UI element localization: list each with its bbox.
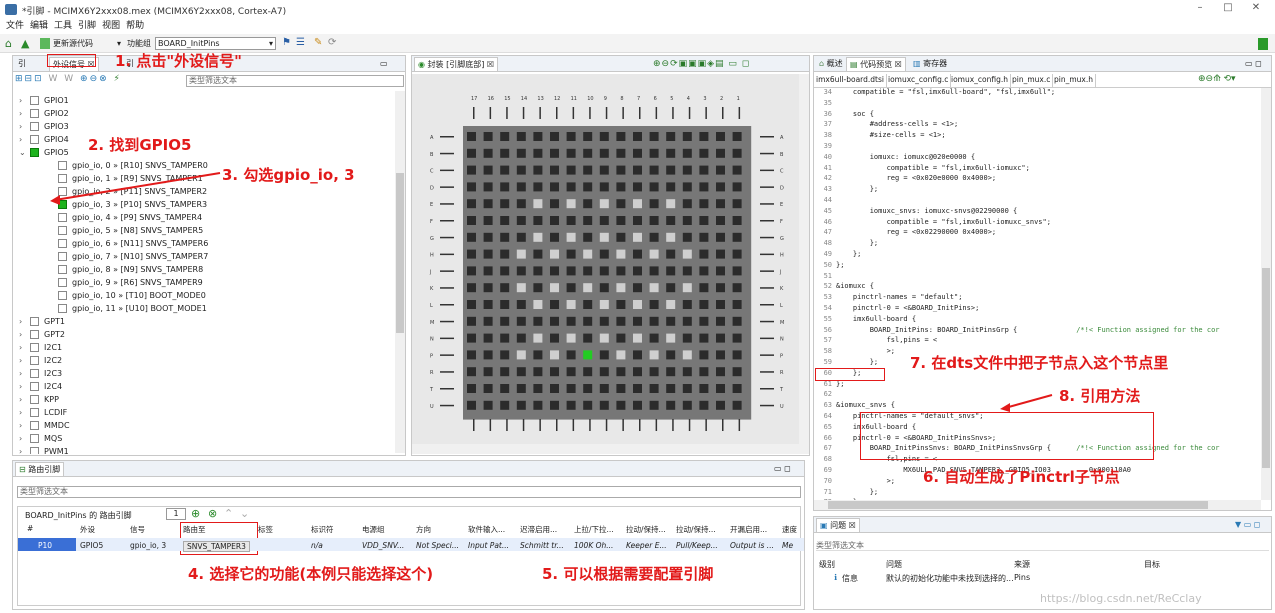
route-col-header[interactable]: 外设 [80,524,95,535]
arrow-to-gpio-io3 [54,172,221,201]
route-col-header[interactable]: 电源组 [362,524,385,535]
route-col-header[interactable]: 开漏启用... [730,524,767,535]
route-col-header[interactable]: 方向 [416,524,431,535]
route-cell[interactable]: SNVS_TAMPER3 [183,541,250,552]
route-col-header[interactable]: 迟滞启用... [520,524,557,535]
route-cell[interactable]: Not Speci... [416,541,459,550]
route-col-header[interactable]: 路由至 [183,524,206,535]
route-col-header[interactable]: 信号 [130,524,145,535]
route-col-header[interactable]: 拉动/保持... [676,524,716,535]
route-col-header[interactable]: 上拉/下拉... [574,524,614,535]
arrow-to-reference [1004,394,1053,409]
route-cell[interactable]: Input Pat... [468,541,509,550]
route-col-header[interactable]: 速度 [782,524,797,535]
route-cell[interactable]: 100K Oh... [574,541,613,550]
route-cell[interactable]: n/a [311,541,323,550]
route-cell[interactable]: Pull/Keep... [676,541,718,550]
route-col-header[interactable]: # [27,524,33,533]
route-col-header[interactable]: 拉动/保持... [626,524,666,535]
route-col-header[interactable]: 软件输入... [468,524,505,535]
route-cell[interactable]: Keeper E... [626,541,667,550]
route-cell[interactable]: Schmitt tr... [520,541,564,550]
route-col-header[interactable]: 标签 [258,524,273,535]
route-cell[interactable]: gpio_io, 3 [130,541,166,550]
annotation-arrows [50,172,1053,412]
arrowhead-gpio [50,195,60,205]
route-cell[interactable]: Me [782,541,793,550]
route-cell[interactable]: GPIO5 [80,541,103,550]
route-col-header[interactable]: 标识符 [311,524,334,535]
arrowhead-ref [1000,403,1010,412]
route-cell[interactable]: Output is ... [730,541,774,550]
route-cell[interactable]: VDD_SNV... [362,541,404,550]
route-cell[interactable]: P10 [38,541,52,550]
